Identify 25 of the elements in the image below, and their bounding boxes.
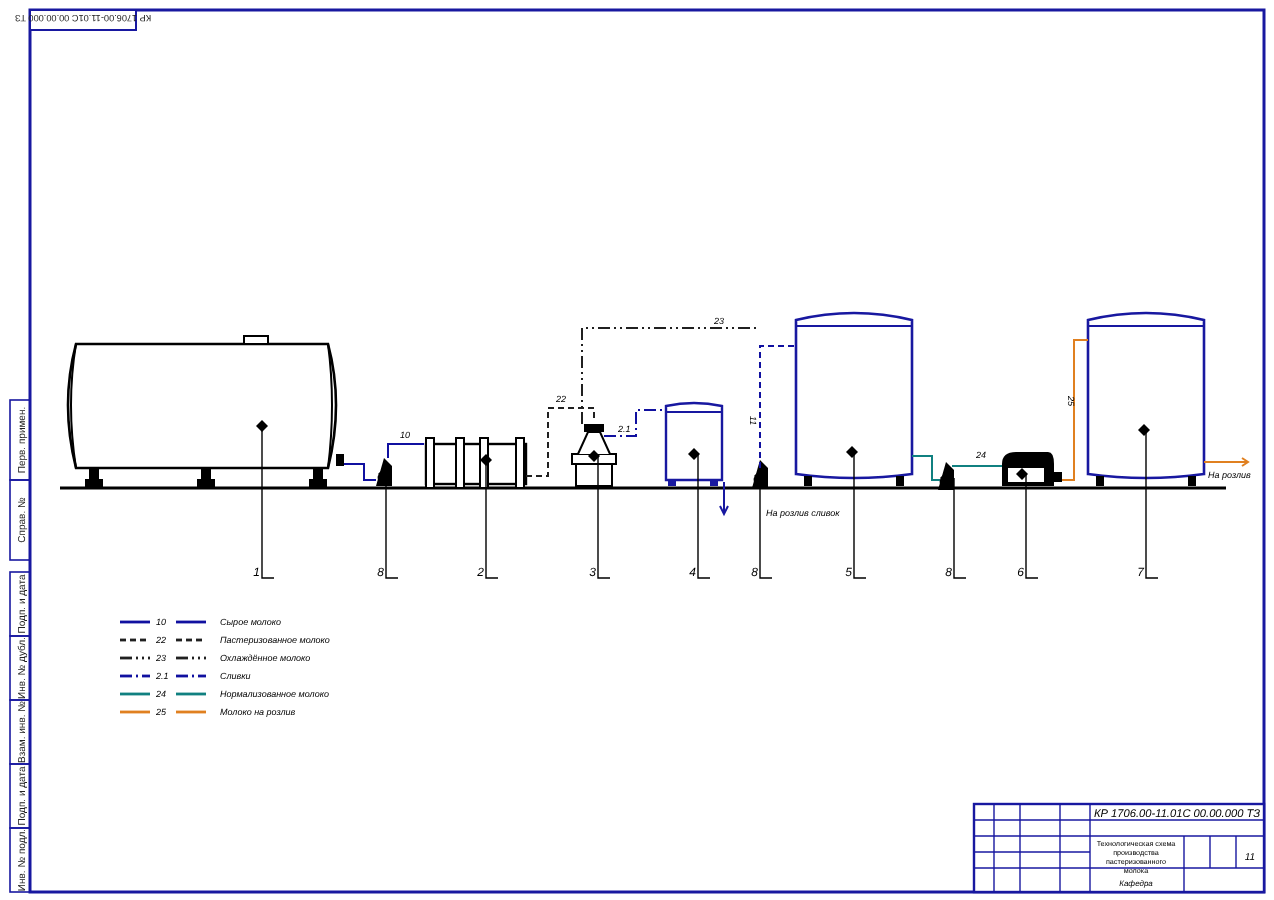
legend-line [120,674,150,678]
leader-line [1025,473,1039,579]
stamp-box [29,9,137,31]
outlet-arrow-icon [1227,457,1250,467]
separator-drawing [571,424,617,487]
leader-line [953,477,967,579]
marker-icon [480,454,492,466]
legend-line [120,656,150,660]
leader-line [697,453,711,579]
marker-icon [846,446,858,458]
leader-line [485,459,499,579]
marker-icon [688,448,700,460]
small-tank-drawing [664,401,724,486]
legend-line [120,638,146,642]
outlet-arrow-icon [719,481,729,517]
legend-line [120,710,150,714]
marker-icon [1138,424,1150,436]
legend-line [120,620,150,624]
marker-icon [1016,468,1028,480]
leader-line [853,451,867,579]
legend-line [120,692,150,696]
marker-icon [256,420,268,432]
cooler-drawing [424,437,528,489]
plate-unit-drawing [1002,452,1062,486]
leader-line [597,455,611,579]
